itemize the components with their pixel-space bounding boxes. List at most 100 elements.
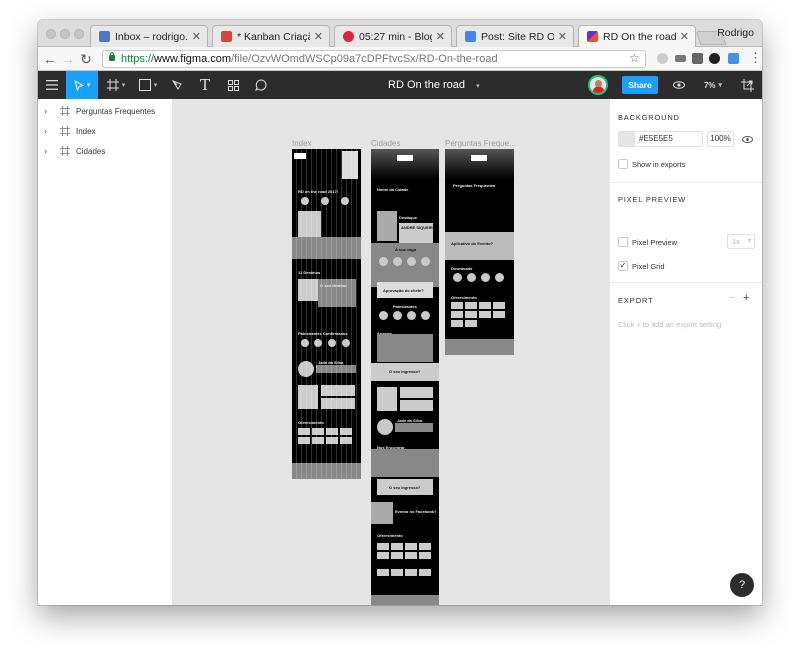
frame-tool-button[interactable]: ▾: [102, 71, 130, 99]
browser-tab-active[interactable]: RD On the road – Figm ✕: [578, 25, 696, 47]
minimize-window-button[interactable]: [60, 29, 70, 39]
divider: [610, 282, 762, 283]
close-tab-icon[interactable]: ✕: [558, 30, 567, 43]
add-export-icon[interactable]: +: [743, 292, 749, 304]
close-tab-icon[interactable]: ✕: [680, 30, 689, 43]
browser-tab[interactable]: * Kanban Criação RD ✕: [212, 25, 330, 47]
frame-text: Palestrantes Confirmados: [298, 331, 348, 336]
view-button[interactable]: [668, 71, 690, 99]
close-tab-icon[interactable]: ✕: [436, 30, 445, 43]
frame-label-index[interactable]: Index: [292, 139, 312, 148]
sponsor-logo: [377, 552, 389, 559]
sponsor-logo: [298, 428, 310, 435]
tab-title: Inbox – rodrigo.knolse: [115, 30, 188, 43]
frame-perguntas-frequentes[interactable]: Perguntas Frequentes Aplicativo do Event…: [445, 149, 514, 355]
sponsor-logo: [419, 552, 431, 559]
layer-item-cidades[interactable]: › Cidades: [38, 141, 173, 161]
app-section: [445, 232, 514, 260]
frame-label-perguntas[interactable]: Perguntas Freque...: [445, 139, 516, 148]
circle-placeholder: [481, 273, 490, 282]
circle-placeholder: [341, 197, 349, 205]
maximize-window-button[interactable]: [74, 29, 84, 39]
color-swatch[interactable]: [619, 132, 635, 146]
url-input[interactable]: https://www.figma.com/file/OzvWOmdWSCp09…: [102, 50, 646, 68]
footer-block: [292, 463, 361, 479]
sponsor-logo: [326, 437, 338, 444]
chevron-down-icon: ▾: [86, 82, 91, 89]
back-icon[interactable]: ←: [42, 51, 58, 67]
comment-tool-button[interactable]: [250, 71, 272, 99]
frame-text: O seu destino: [320, 283, 347, 288]
eye-icon[interactable]: [742, 136, 753, 143]
close-tab-icon[interactable]: ✕: [192, 30, 201, 43]
move-tool-button[interactable]: ▾: [66, 71, 98, 99]
frame-text: 11 Destinos: [298, 270, 321, 275]
text-tool-button[interactable]: T: [194, 71, 216, 99]
frame-index[interactable]: RD on the road 2017! 11 Destinos O seu d…: [292, 149, 361, 479]
opacity-field[interactable]: 100%: [707, 131, 734, 147]
browser-tab[interactable]: Inbox – rodrigo.knolse ✕: [90, 25, 208, 47]
main-menu-button[interactable]: [38, 71, 66, 99]
image-placeholder: [321, 398, 355, 409]
extension-icon[interactable]: [728, 53, 739, 64]
profile-name[interactable]: Rodrigo: [717, 27, 754, 39]
circle-placeholder: [421, 311, 430, 320]
frame-text: RD on the road 2017!: [298, 189, 339, 194]
circle-placeholder: [328, 339, 336, 347]
document-title[interactable]: RD On the road ▾: [388, 71, 480, 99]
remove-export-icon[interactable]: −: [729, 292, 735, 304]
show-in-exports-checkbox[interactable]: [618, 159, 628, 169]
avatar[interactable]: [588, 75, 608, 95]
pixel-preview-checkbox[interactable]: [618, 237, 628, 247]
canvas[interactable]: Index RD on the road 2017! 11 Destinos O…: [173, 99, 609, 605]
divider: [610, 182, 762, 183]
comment-icon: [255, 79, 267, 91]
frame-text: Aplicativo do Evento?: [451, 241, 494, 246]
reload-icon[interactable]: ↻: [78, 51, 94, 67]
browser-menu-icon[interactable]: ⋮: [749, 50, 762, 66]
help-button[interactable]: ?: [730, 573, 754, 597]
close-window-button[interactable]: [46, 29, 56, 39]
chevron-right-icon[interactable]: ›: [44, 146, 56, 156]
pixel-preview-label: Pixel Preview: [632, 238, 678, 247]
docs-icon: [465, 31, 476, 42]
pixel-grid-checkbox[interactable]: ✓: [618, 261, 628, 271]
resize-canvas-button[interactable]: [736, 71, 758, 99]
logo: [294, 153, 306, 159]
sponsor-logo: [377, 569, 389, 576]
circle-placeholder: [421, 257, 430, 266]
layer-item-perguntas-frequentes[interactable]: › Perguntas Frequentes: [38, 101, 173, 121]
chevron-down-icon: ▾: [747, 238, 751, 244]
close-tab-icon[interactable]: ✕: [314, 30, 323, 43]
forward-icon[interactable]: →: [60, 51, 76, 67]
agenda-block: [377, 334, 433, 362]
share-button[interactable]: Share: [622, 76, 658, 94]
frame-label-cidades[interactable]: Cidades: [371, 139, 400, 148]
color-extension-icon[interactable]: [709, 53, 720, 64]
circle-placeholder: [379, 311, 388, 320]
speaker-photo: [377, 419, 393, 435]
speaker-photo: [298, 361, 314, 377]
sponsor-logo: [326, 428, 338, 435]
image-placeholder: [371, 502, 393, 524]
background-color-field[interactable]: #E5E5E5: [618, 131, 703, 147]
kanban-icon: [221, 31, 232, 42]
browser-tab[interactable]: Post: Site RD On the R ✕: [456, 25, 574, 47]
crop-resize-icon: [740, 78, 754, 92]
browser-tab[interactable]: 05:27 min - Blog Post ✕: [334, 25, 452, 47]
pixel-preview-scale-select[interactable]: 1x ▾: [727, 234, 755, 249]
layer-item-index[interactable]: › Index: [38, 121, 173, 141]
background-hex[interactable]: #E5E5E5: [639, 132, 673, 146]
mail-extension-icon[interactable]: [692, 53, 703, 64]
zoom-dropdown[interactable]: 7% ▾: [698, 71, 728, 99]
components-button[interactable]: [222, 71, 244, 99]
extension-icon[interactable]: [675, 55, 686, 62]
bookmark-star-icon[interactable]: ☆: [629, 51, 640, 65]
drive-extension-icon[interactable]: [657, 53, 668, 64]
pen-tool-button[interactable]: [166, 71, 188, 99]
shape-tool-button[interactable]: ▾: [134, 71, 162, 99]
frame-cidades[interactable]: Nome da Cidade Destaque ANDRÉ SIQUEIRA A…: [371, 149, 439, 605]
chevron-right-icon[interactable]: ›: [44, 126, 56, 136]
frame-icon: [106, 79, 119, 91]
chevron-right-icon[interactable]: ›: [44, 106, 56, 116]
